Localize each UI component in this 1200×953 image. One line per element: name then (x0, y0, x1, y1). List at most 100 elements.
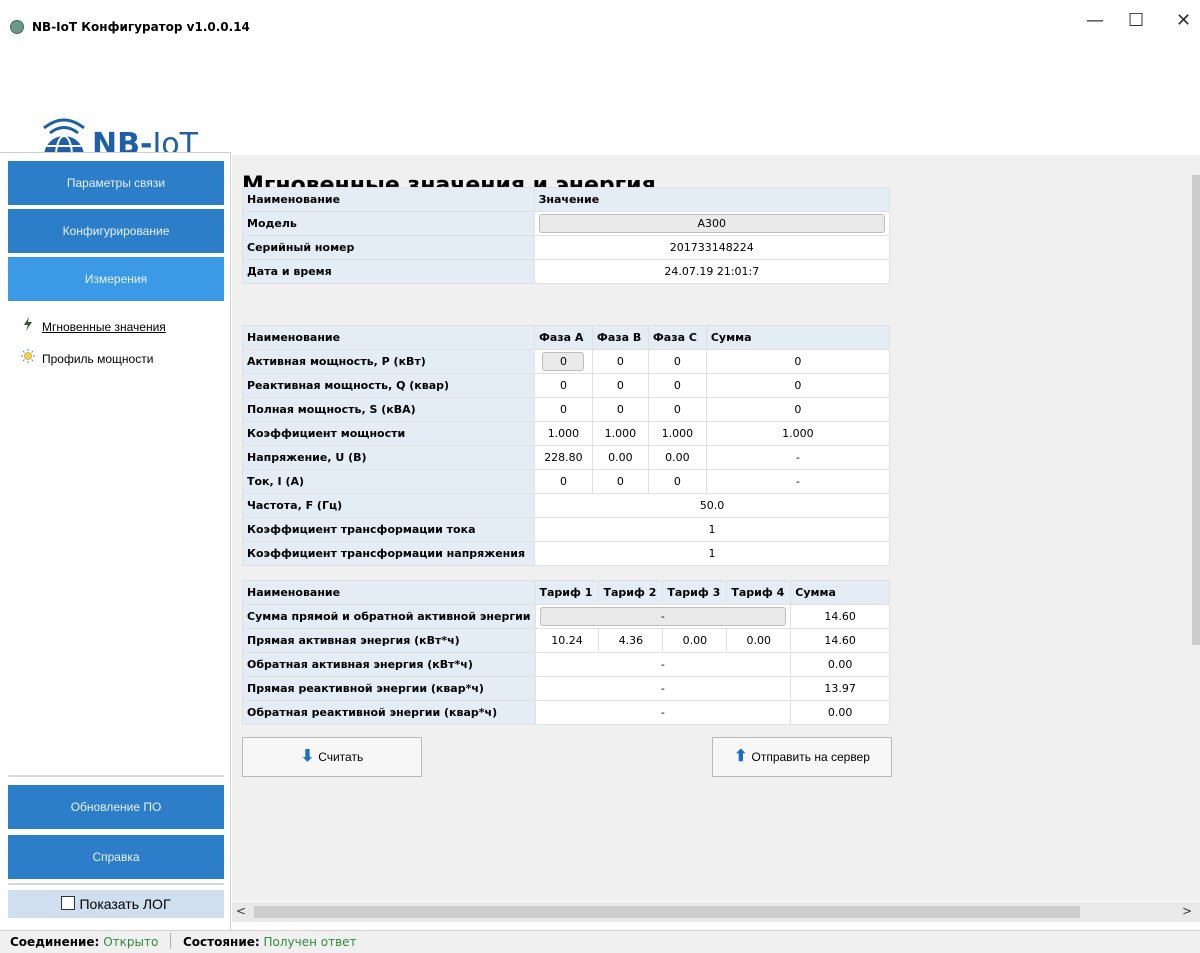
table-cell[interactable]: - (534, 604, 792, 629)
sidebar-item-power-profile[interactable]: Профиль мощности (20, 349, 153, 366)
row-label: Прямая активная энергия (кВт*ч) (242, 628, 536, 653)
send-to-server-button[interactable]: ⬆ Отправить на сервер (712, 737, 892, 777)
vertical-scrollbar[interactable] (1190, 155, 1200, 901)
table-cell: 14.60 (790, 604, 890, 629)
table-cell: 0.00 (647, 445, 707, 470)
power-table: Наименование Фаза А Фаза В Фаза С Сумма … (242, 325, 891, 566)
table-cell: 1.000 (533, 421, 593, 446)
vertical-scrollbar-thumb[interactable] (1192, 175, 1200, 645)
nav-firmware-update[interactable]: Обновление ПО (8, 785, 224, 829)
datetime-value: 24.07.19 21:01:7 (533, 259, 891, 284)
table-cell: 14.60 (790, 628, 890, 653)
table-cell: 0.00 (726, 628, 792, 653)
row-label: Активная мощность, P (кВт) (242, 349, 535, 374)
table-cell: 0 (647, 469, 707, 494)
upload-arrow-icon: ⬆ (734, 748, 748, 765)
table-cell: 10.24 (534, 628, 600, 653)
table-cell: 0.00 (790, 700, 890, 725)
close-button[interactable]: ✕ (1176, 10, 1191, 31)
nav-help[interactable]: Справка (8, 835, 224, 879)
read-button[interactable]: ⬇ Считать (242, 737, 422, 777)
table-cell: 13.97 (790, 676, 890, 701)
row-label: Ток, I (А) (242, 469, 535, 494)
table-cell: 0 (591, 469, 649, 494)
row-label: Дата и время (242, 259, 535, 284)
table-cell: 0 (705, 373, 891, 398)
column-header: Значение (533, 187, 891, 212)
show-log-toggle[interactable]: Показать ЛОГ (8, 890, 224, 918)
table-cell[interactable]: 0 (533, 349, 593, 374)
state-key: Состояние: (182, 935, 260, 949)
model-value-cell[interactable]: A300 (533, 211, 891, 236)
sidebar-divider (8, 775, 224, 777)
minimize-button[interactable]: — (1086, 10, 1104, 31)
row-label: Обратная реактивной энергии (квар*ч) (242, 700, 536, 725)
state-status: Получен ответ (263, 935, 357, 949)
row-label: Обратная активная энергия (кВт*ч) (242, 652, 536, 677)
table-cell: 0 (591, 397, 649, 422)
column-header: Тариф 3 (662, 580, 728, 605)
table-cell: 1.000 (591, 421, 649, 446)
app-icon (10, 20, 24, 34)
status-bar: Соединение: Открыто Состояние: Получен о… (0, 930, 1200, 953)
connection-status: Открыто (103, 935, 159, 949)
sidebar-item-label: Мгновенные значения (42, 320, 166, 334)
title-bar: NB-IoT Конфигуратор v1.0.0.14 — ☐ ✕ (0, 0, 1200, 44)
column-header: Тариф 4 (726, 580, 792, 605)
row-label: Реактивная мощность, Q (квар) (242, 373, 535, 398)
table-cell: 0 (705, 397, 891, 422)
maximize-button[interactable]: ☐ (1128, 10, 1144, 31)
column-header: Сумма (790, 580, 890, 605)
sidebar-item-instant-values[interactable]: Мгновенные значения (20, 317, 166, 334)
horizontal-scrollbar[interactable]: < > (232, 902, 1200, 922)
column-header: Тариф 1 (534, 580, 600, 605)
table-cell: 0 (705, 349, 891, 374)
row-label: Сумма прямой и обратной активной энергии (242, 604, 536, 629)
serial-number-value: 201733148224 (533, 235, 891, 260)
table-cell: 50.0 (533, 493, 891, 518)
row-label: Полная мощность, S (кВА) (242, 397, 535, 422)
table-cell: 0.00 (591, 445, 649, 470)
main-panel: Мгновенные значения и энергия Наименован… (232, 155, 1190, 901)
merged-value: - (539, 607, 787, 626)
row-label: Коэффициент мощности (242, 421, 535, 446)
row-label: Частота, F (Гц) (242, 493, 535, 518)
show-log-checkbox[interactable] (61, 896, 76, 910)
table-cell: 0.00 (790, 652, 890, 677)
nav-configuration[interactable]: Конфигурирование (8, 209, 224, 253)
connection-key: Соединение: (10, 935, 100, 949)
table-cell: 0.00 (662, 628, 728, 653)
nav-measurements[interactable]: Измерения (8, 257, 224, 301)
scroll-right-icon[interactable]: > (1182, 904, 1192, 918)
scroll-left-icon[interactable]: < (236, 904, 246, 918)
column-header: Фаза А (533, 325, 593, 350)
row-label: Напряжение, U (В) (242, 445, 535, 470)
column-header: Сумма (705, 325, 891, 350)
row-label: Модель (242, 211, 535, 236)
table-cell: 0 (533, 397, 593, 422)
sidebar: Параметры связи Конфигурирование Измерен… (0, 152, 231, 931)
window-title: NB-IoT Конфигуратор v1.0.0.14 (32, 20, 250, 34)
row-label: Серийный номер (242, 235, 535, 260)
download-arrow-icon: ⬇ (300, 748, 315, 765)
column-header: Наименование (242, 580, 536, 605)
table-cell: 1.000 (647, 421, 707, 446)
table-cell: 1 (533, 541, 891, 566)
sun-icon (20, 349, 36, 366)
show-log-label: Показать ЛОГ (79, 896, 171, 912)
row-label: Коэффициент трансформации тока (242, 517, 535, 542)
table-cell: - (534, 652, 792, 677)
table-cell: 0 (591, 373, 649, 398)
sidebar-item-label: Профиль мощности (42, 352, 154, 366)
table-cell: 0 (533, 373, 593, 398)
horizontal-scrollbar-thumb[interactable] (254, 906, 1080, 918)
table-cell: 4.36 (598, 628, 664, 653)
column-header: Фаза С (647, 325, 707, 350)
table-cell: 228.80 (533, 445, 593, 470)
table-cell: - (534, 700, 792, 725)
read-button-label: Считать (318, 750, 364, 764)
info-table: Наименование Значение Модель A300 Серийн… (242, 187, 891, 284)
column-header: Наименование (242, 325, 535, 350)
nav-connection-params[interactable]: Параметры связи (8, 161, 224, 205)
table-cell: 0 (647, 397, 707, 422)
